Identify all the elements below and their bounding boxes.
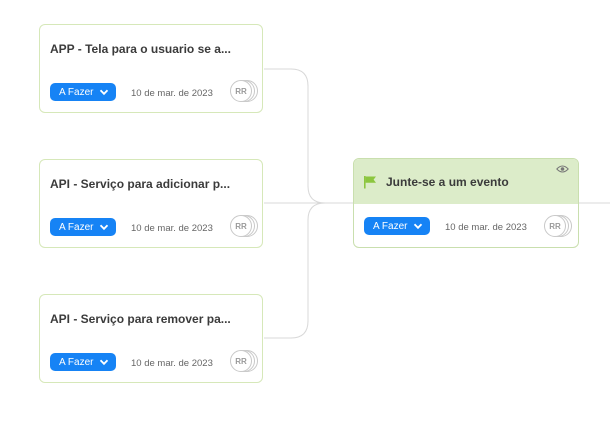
subtask-title: API - Serviço para adicionar p... [50,177,231,191]
avatar: RR [230,215,252,237]
chevron-down-icon [100,359,109,366]
avatar: RR [230,350,252,372]
status-dropdown[interactable]: A Fazer [50,218,117,236]
flag-icon [364,176,376,189]
due-date: 10 de mar. de 2023 [445,222,527,233]
assignee-avatars[interactable]: RR [544,215,574,239]
main-task-header: Junte-se a um evento [354,159,578,204]
due-date: 10 de mar. de 2023 [131,88,213,99]
status-label: A Fazer [373,220,408,232]
chevron-down-icon [100,224,109,231]
avatar: RR [544,215,566,237]
assignee-avatars[interactable]: RR [230,215,260,239]
eye-icon[interactable] [556,164,569,174]
due-date: 10 de mar. de 2023 [131,358,213,369]
chevron-down-icon [414,223,423,230]
subtask-title: API - Serviço para remover pa... [50,312,231,326]
status-dropdown[interactable]: A Fazer [50,353,117,371]
subtask-card[interactable]: APP - Tela para o usuario se a... A Faze… [39,24,263,113]
status-label: A Fazer [59,356,94,368]
status-dropdown[interactable]: A Fazer [364,217,431,235]
subtask-card[interactable]: API - Serviço para adicionar p... A Faze… [39,159,263,248]
main-task-title: Junte-se a um evento [386,175,509,189]
status-label: A Fazer [59,86,94,98]
chevron-down-icon [100,89,109,96]
subtask-title: APP - Tela para o usuario se a... [50,42,231,56]
status-label: A Fazer [59,221,94,233]
avatar: RR [230,80,252,102]
assignee-avatars[interactable]: RR [230,80,260,104]
due-date: 10 de mar. de 2023 [131,223,213,234]
assignee-avatars[interactable]: RR [230,350,260,374]
status-dropdown[interactable]: A Fazer [50,83,117,101]
subtask-card[interactable]: API - Serviço para remover pa... A Fazer… [39,294,263,383]
main-task-card[interactable]: Junte-se a um evento A Fazer 10 de mar. … [353,158,579,248]
